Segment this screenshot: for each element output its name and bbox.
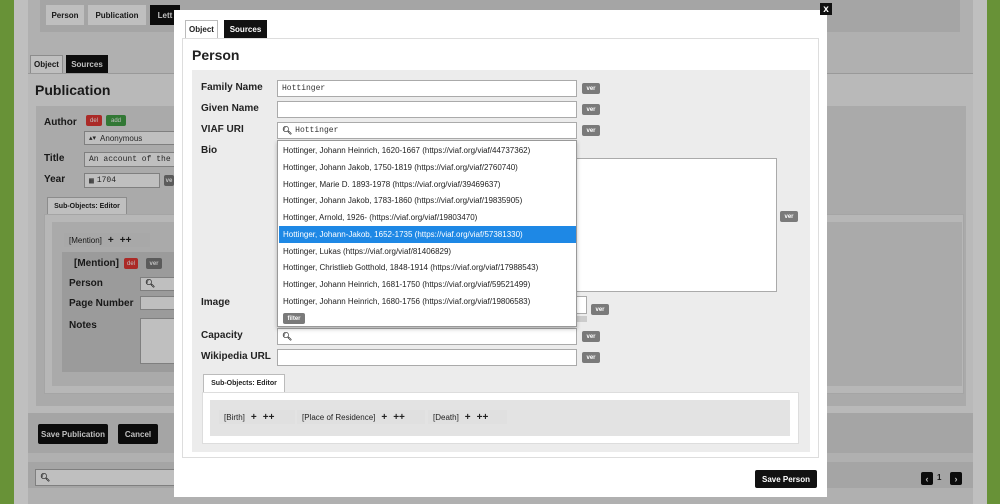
dropdown-option[interactable]: Hottinger, Marie D. 1893-1978 (https://v… — [279, 176, 576, 193]
plus-icon[interactable]: + — [251, 412, 257, 423]
dropdown-option[interactable]: Hottinger, Lukas (https://viaf.org/viaf/… — [279, 243, 576, 260]
bio-ver-button[interactable]: ver — [780, 211, 798, 222]
capacity-label: Capacity — [201, 330, 243, 341]
close-icon[interactable]: x — [820, 3, 832, 15]
dropdown-option[interactable]: Hottinger, Johann Heinrich, 1680-1756 (h… — [279, 293, 576, 310]
capacity-ver-button[interactable]: ver — [582, 331, 600, 342]
wikipedia-field[interactable] — [277, 349, 577, 366]
double-plus-icon[interactable]: ++ — [393, 412, 405, 423]
place-of-residence-chip[interactable]: [Place of Residence] + ++ — [297, 410, 425, 424]
viaf-field[interactable]: 🔍︎ Hottinger — [277, 122, 577, 139]
viaf-label: VIAF URI — [201, 124, 244, 135]
given-name-field[interactable] — [277, 101, 577, 118]
death-chip[interactable]: [Death] + ++ — [428, 410, 507, 424]
family-name-ver-button[interactable]: ver — [582, 83, 600, 94]
dropdown-option-selected[interactable]: Hottinger, Johann-Jakob, 1652-1735 (http… — [279, 226, 576, 243]
bio-label: Bio — [201, 145, 218, 156]
given-name-ver-button[interactable]: ver — [582, 104, 600, 115]
dropdown-option[interactable]: Hottinger, Christlieb Gotthold, 1848-191… — [279, 259, 576, 276]
dropdown-option[interactable]: Hottinger, Johann Jakob, 1750-1819 (http… — [279, 159, 576, 176]
viaf-autocomplete-dropdown: Hottinger, Johann Heinrich, 1620-1667 (h… — [277, 140, 577, 327]
subobjects-tab[interactable]: Sub-Objects: Editor — [203, 374, 285, 392]
capacity-field[interactable]: 🔍︎ — [277, 328, 577, 345]
given-name-label: Given Name — [201, 103, 259, 114]
tab-object[interactable]: Object — [185, 20, 218, 38]
double-plus-icon[interactable]: ++ — [477, 412, 489, 423]
search-icon: 🔍︎ — [282, 126, 293, 136]
close-label: x — [823, 3, 829, 15]
filter-button[interactable]: filter — [283, 313, 305, 324]
birth-chip[interactable]: [Birth] + ++ — [219, 410, 295, 424]
image-ver-button[interactable]: ver — [591, 304, 609, 315]
birth-chip-label: [Birth] — [224, 412, 245, 422]
save-person-button[interactable]: Save Person — [755, 470, 817, 488]
plus-icon[interactable]: + — [465, 412, 471, 423]
image-label: Image — [201, 297, 230, 308]
modal-title: Person — [192, 47, 240, 63]
image-field[interactable] — [577, 296, 587, 314]
dropdown-option[interactable]: Hottinger, Arnold, 1926- (https://viaf.o… — [279, 209, 576, 226]
search-icon: 🔍︎ — [282, 332, 293, 342]
plus-icon[interactable]: + — [381, 412, 387, 423]
viaf-ver-button[interactable]: ver — [582, 125, 600, 136]
viaf-value: Hottinger — [295, 126, 339, 135]
wikipedia-ver-button[interactable]: ver — [582, 352, 600, 363]
place-of-residence-chip-label: [Place of Residence] — [302, 412, 376, 422]
family-name-label: Family Name — [201, 82, 263, 93]
tab-sources[interactable]: Sources — [224, 20, 267, 38]
dropdown-option[interactable]: Hottinger, Johann Heinrich, 1620-1667 (h… — [279, 142, 576, 159]
dropdown-option[interactable]: Hottinger, Johann Jakob, 1783-1860 (http… — [279, 192, 576, 209]
family-name-field[interactable]: Hottinger — [277, 80, 577, 97]
dropdown-option[interactable]: Hottinger, Johann Heinrich, 1681-1750 (h… — [279, 276, 576, 293]
wikipedia-label: Wikipedia URL — [201, 351, 271, 362]
death-chip-label: [Death] — [433, 412, 459, 422]
image-progress — [577, 316, 587, 322]
double-plus-icon[interactable]: ++ — [263, 412, 275, 423]
